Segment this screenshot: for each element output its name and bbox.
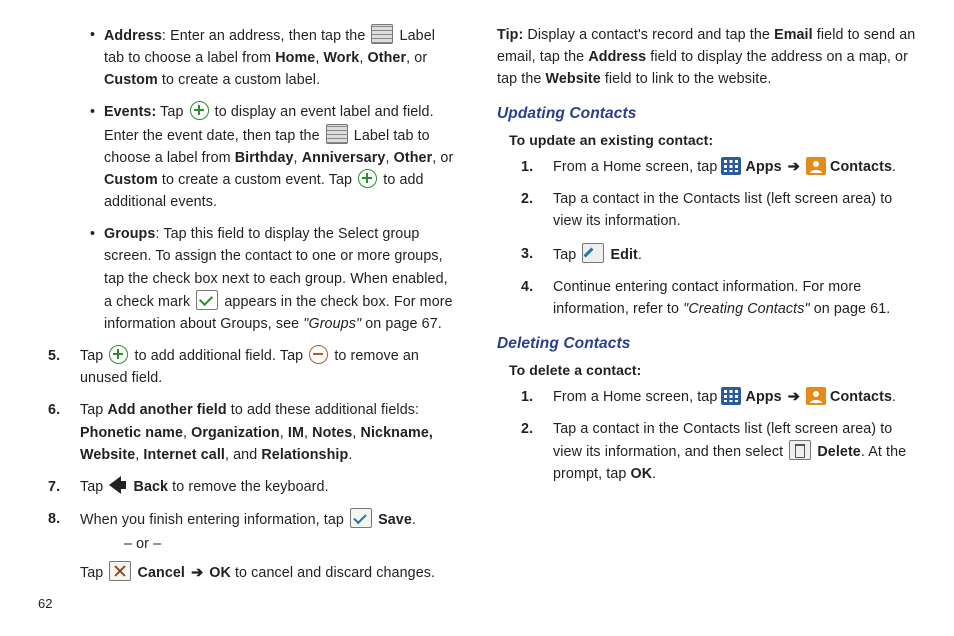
label: Groups [104,226,155,242]
updating-steps: From a Home screen, tap Apps ➔ Contacts.… [509,156,918,320]
deleting-heading: Deleting Contacts [497,332,918,356]
or-line: – or – [124,533,457,555]
arrow-icon: ➔ [788,159,800,175]
contacts-icon [806,387,826,405]
cancel-icon [109,561,131,581]
edit-icon [582,243,604,263]
del-step-1: From a Home screen, tap Apps ➔ Contacts. [509,386,918,408]
right-column: Tip: Display a contact's record and tap … [497,24,918,594]
label-tab-icon [371,24,393,44]
bullet-events: Events: Tap to display an event label an… [90,101,457,213]
contacts-icon [806,157,826,175]
upd-step-1: From a Home screen, tap Apps ➔ Contacts. [509,156,918,178]
upd-step-4: Continue entering contact information. F… [509,276,918,320]
upd-step-3: Tap Edit. [509,243,918,266]
field-bullets: Address: Enter an address, then tap the … [90,24,457,335]
bullet-groups: Groups: Tap this field to display the Se… [90,223,457,335]
tip-paragraph: Tip: Display a contact's record and tap … [497,24,918,90]
plus-icon [190,101,209,120]
groups-ref: "Groups" [303,316,361,332]
step-5: Tap to add additional field. Tap to remo… [36,345,457,389]
delete-icon [789,440,811,460]
updating-lead: To update an existing contact: [509,130,918,152]
plus-icon [358,169,377,188]
left-column: Address: Enter an address, then tap the … [36,24,457,594]
step-8: When you finish entering information, ta… [36,508,457,584]
apps-icon [721,157,741,175]
checkmark-icon [196,290,218,310]
upd-step-2: Tap a contact in the Contacts list (left… [509,188,918,232]
label: Events: [104,104,156,120]
label: Address [104,28,162,44]
steps-5-8: Tap to add additional field. Tap to remo… [36,345,457,584]
del-step-2: Tap a contact in the Contacts list (left… [509,418,918,485]
deleting-steps: From a Home screen, tap Apps ➔ Contacts.… [509,386,918,486]
label-tab-icon [326,124,348,144]
updating-heading: Updating Contacts [497,102,918,126]
minus-icon [309,345,328,364]
deleting-lead: To delete a contact: [509,360,918,382]
page-number: 62 [38,596,52,611]
arrow-icon: ➔ [788,389,800,405]
back-icon [109,476,127,494]
step-6: Tap Add another field to add these addit… [36,399,457,465]
apps-icon [721,387,741,405]
bullet-address: Address: Enter an address, then tap the … [90,24,457,91]
step-7: Tap Back to remove the keyboard. [36,476,457,498]
arrow-icon: ➔ [191,565,203,581]
plus-icon [109,345,128,364]
creating-contacts-ref: "Creating Contacts" [683,301,809,317]
save-icon [350,508,372,528]
